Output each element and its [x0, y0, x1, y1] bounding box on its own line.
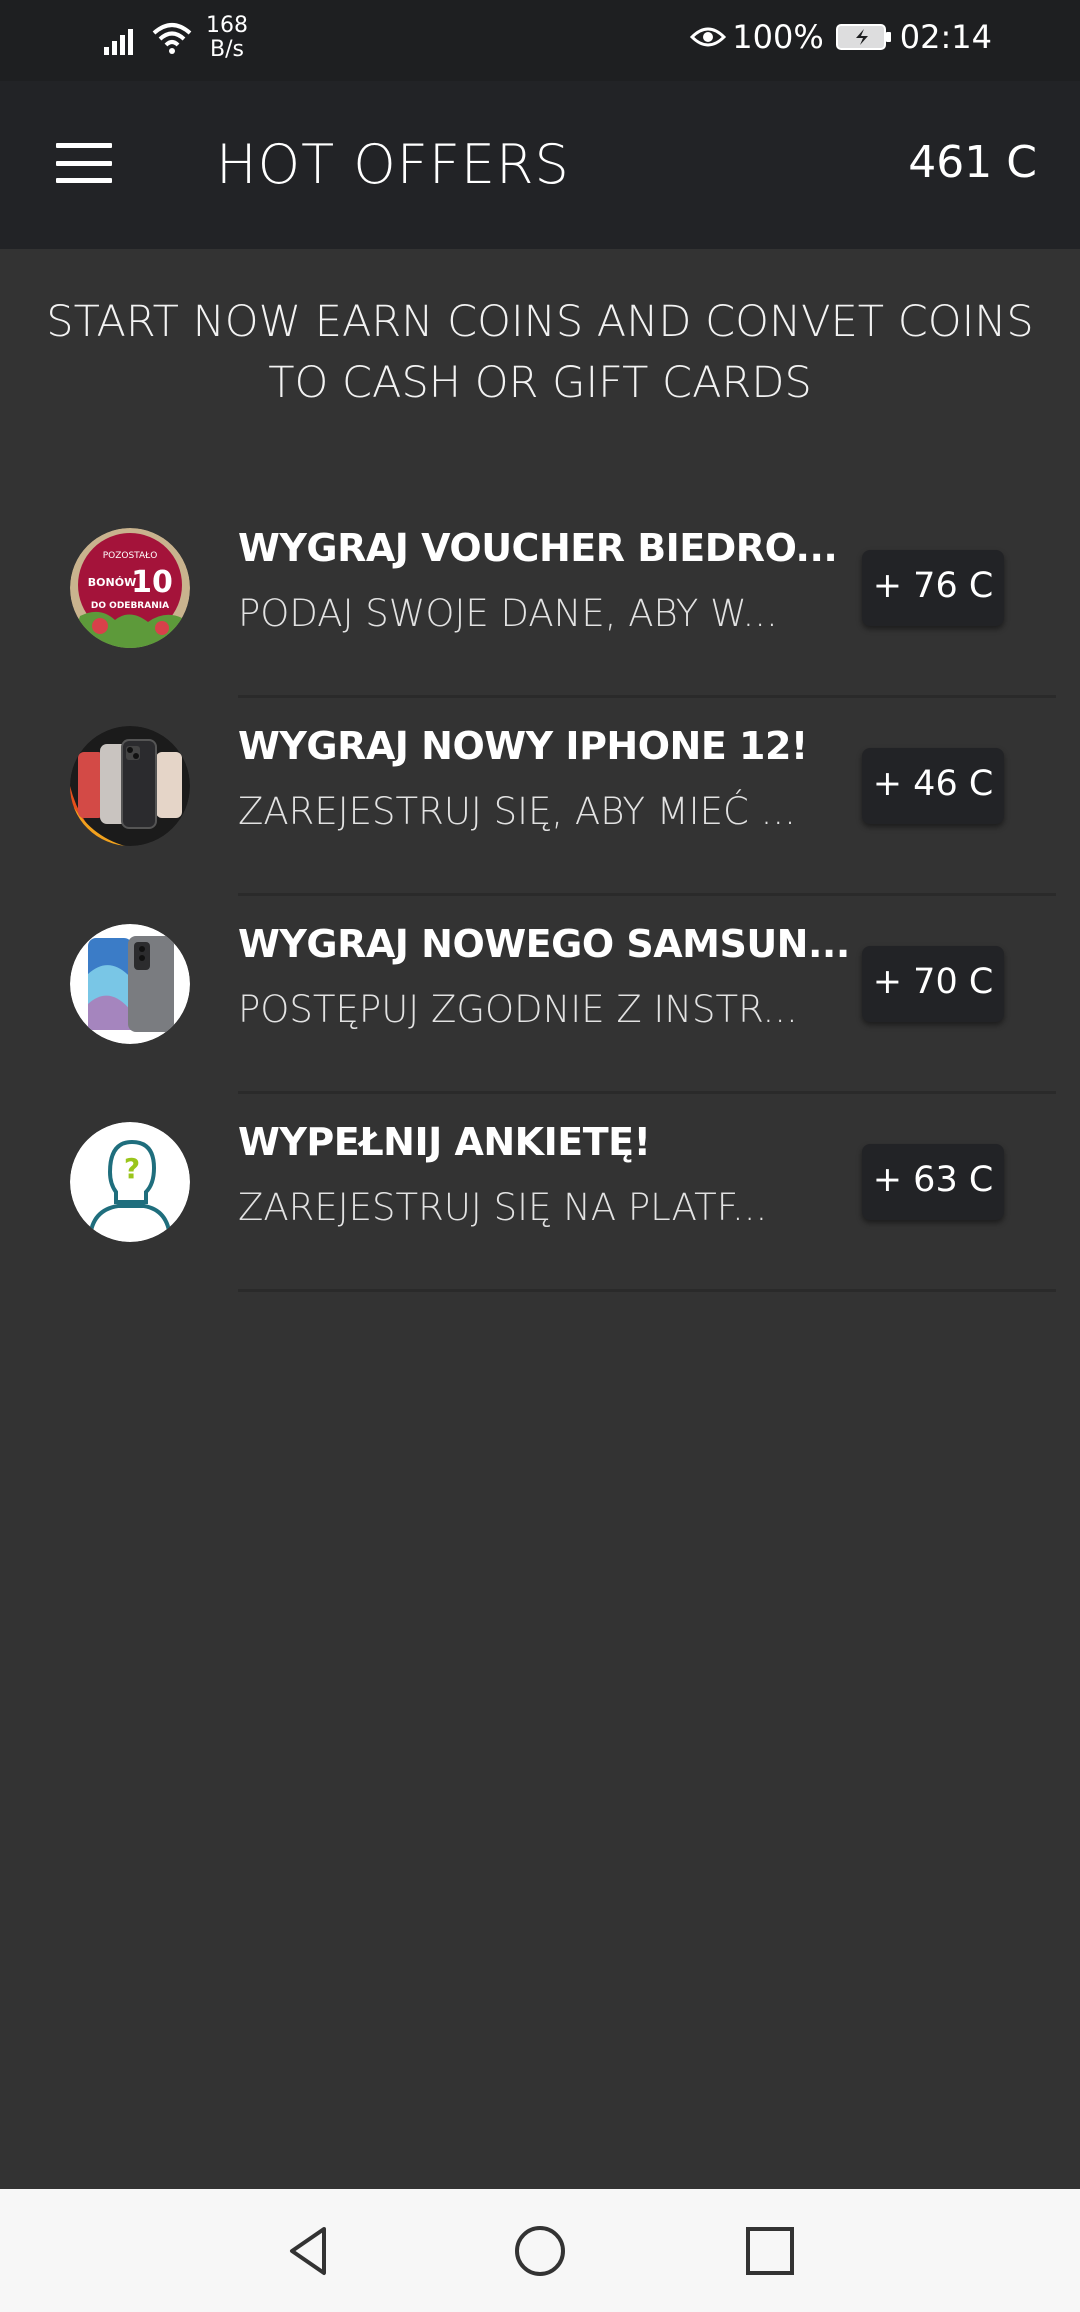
app-bar: HOT OFFERS 461 C: [0, 81, 1080, 249]
offer-item-biedronka[interactable]: POZOSTAŁO BONÓW 10 DO ODEBRANIA WYGRAJ V…: [0, 500, 1080, 698]
offer-description: PODAJ SWOJE DANE, ABY W...: [238, 592, 778, 635]
clock: 02:14: [899, 18, 992, 56]
offer-description: ZAREJESTRUJ SIĘ NA PLATF...: [238, 1186, 768, 1229]
system-nav-bar: [0, 2189, 1080, 2312]
offer-title: WYGRAJ NOWY IPHONE 12!: [238, 724, 808, 768]
eye-comfort-icon: [690, 27, 727, 47]
offer-description: POSTĘPUJ ZGODNIE Z INSTR...: [238, 988, 798, 1031]
network-speed: 168 B/s: [206, 14, 248, 62]
divider: [238, 1289, 1056, 1292]
offer-reward-badge[interactable]: + 63 C: [862, 1144, 1004, 1220]
page-title: HOT OFFERS: [216, 133, 570, 196]
offer-reward-badge[interactable]: + 70 C: [862, 946, 1004, 1022]
svg-text:DO ODEBRANIA: DO ODEBRANIA: [91, 601, 169, 611]
offer-description: ZAREJESTRUJ SIĘ, ABY MIEĆ ...: [238, 790, 796, 833]
svg-text:10: 10: [131, 565, 173, 600]
offer-item-samsung[interactable]: WYGRAJ NOWEGO SAMSUN... POSTĘPUJ ZGODNIE…: [0, 896, 1080, 1094]
signal-icon: [104, 21, 142, 55]
coin-balance: 461 C: [908, 137, 1037, 188]
offer-item-survey[interactable]: ? WYPEŁNIJ ANKIETĘ! ZAREJESTRUJ SIĘ NA P…: [0, 1094, 1080, 1292]
network-speed-value: 168: [206, 13, 248, 38]
status-right: 100% 02:14: [690, 18, 992, 56]
svg-text:BONÓW: BONÓW: [88, 576, 136, 589]
intro-text: START NOW EARN COINS AND CONVET COINS TO…: [46, 297, 1034, 408]
recents-icon[interactable]: [742, 2223, 798, 2279]
status-left: 168 B/s: [104, 14, 248, 62]
battery-charging-icon: [835, 24, 891, 50]
battery-percent: 100%: [732, 18, 824, 56]
voucher-icon: POZOSTAŁO BONÓW 10 DO ODEBRANIA: [70, 528, 190, 648]
offer-reward-badge[interactable]: + 76 C: [862, 550, 1004, 626]
iphone-icon: [70, 726, 190, 846]
status-bar: 168 B/s 100% 02:14: [0, 0, 1080, 81]
offer-reward-badge[interactable]: + 46 C: [862, 748, 1004, 824]
menu-icon[interactable]: [56, 143, 112, 183]
svg-text:POZOSTAŁO: POZOSTAŁO: [103, 551, 158, 561]
samsung-phone-icon: [70, 924, 190, 1044]
offer-title: WYGRAJ NOWEGO SAMSUN...: [238, 922, 850, 966]
survey-user-icon: ?: [70, 1122, 190, 1242]
wifi-icon: [152, 23, 192, 54]
network-speed-unit: B/s: [210, 37, 244, 62]
home-icon[interactable]: [512, 2223, 568, 2279]
offer-title: WYGRAJ VOUCHER BIEDRO...: [238, 526, 838, 570]
offer-title: WYPEŁNIJ ANKIETĘ!: [238, 1120, 651, 1164]
back-icon[interactable]: [282, 2223, 338, 2279]
offer-list: POZOSTAŁO BONÓW 10 DO ODEBRANIA WYGRAJ V…: [0, 500, 1080, 1292]
offer-item-iphone[interactable]: WYGRAJ NOWY IPHONE 12! ZAREJESTRUJ SIĘ, …: [0, 698, 1080, 896]
svg-text:?: ?: [124, 1152, 140, 1185]
